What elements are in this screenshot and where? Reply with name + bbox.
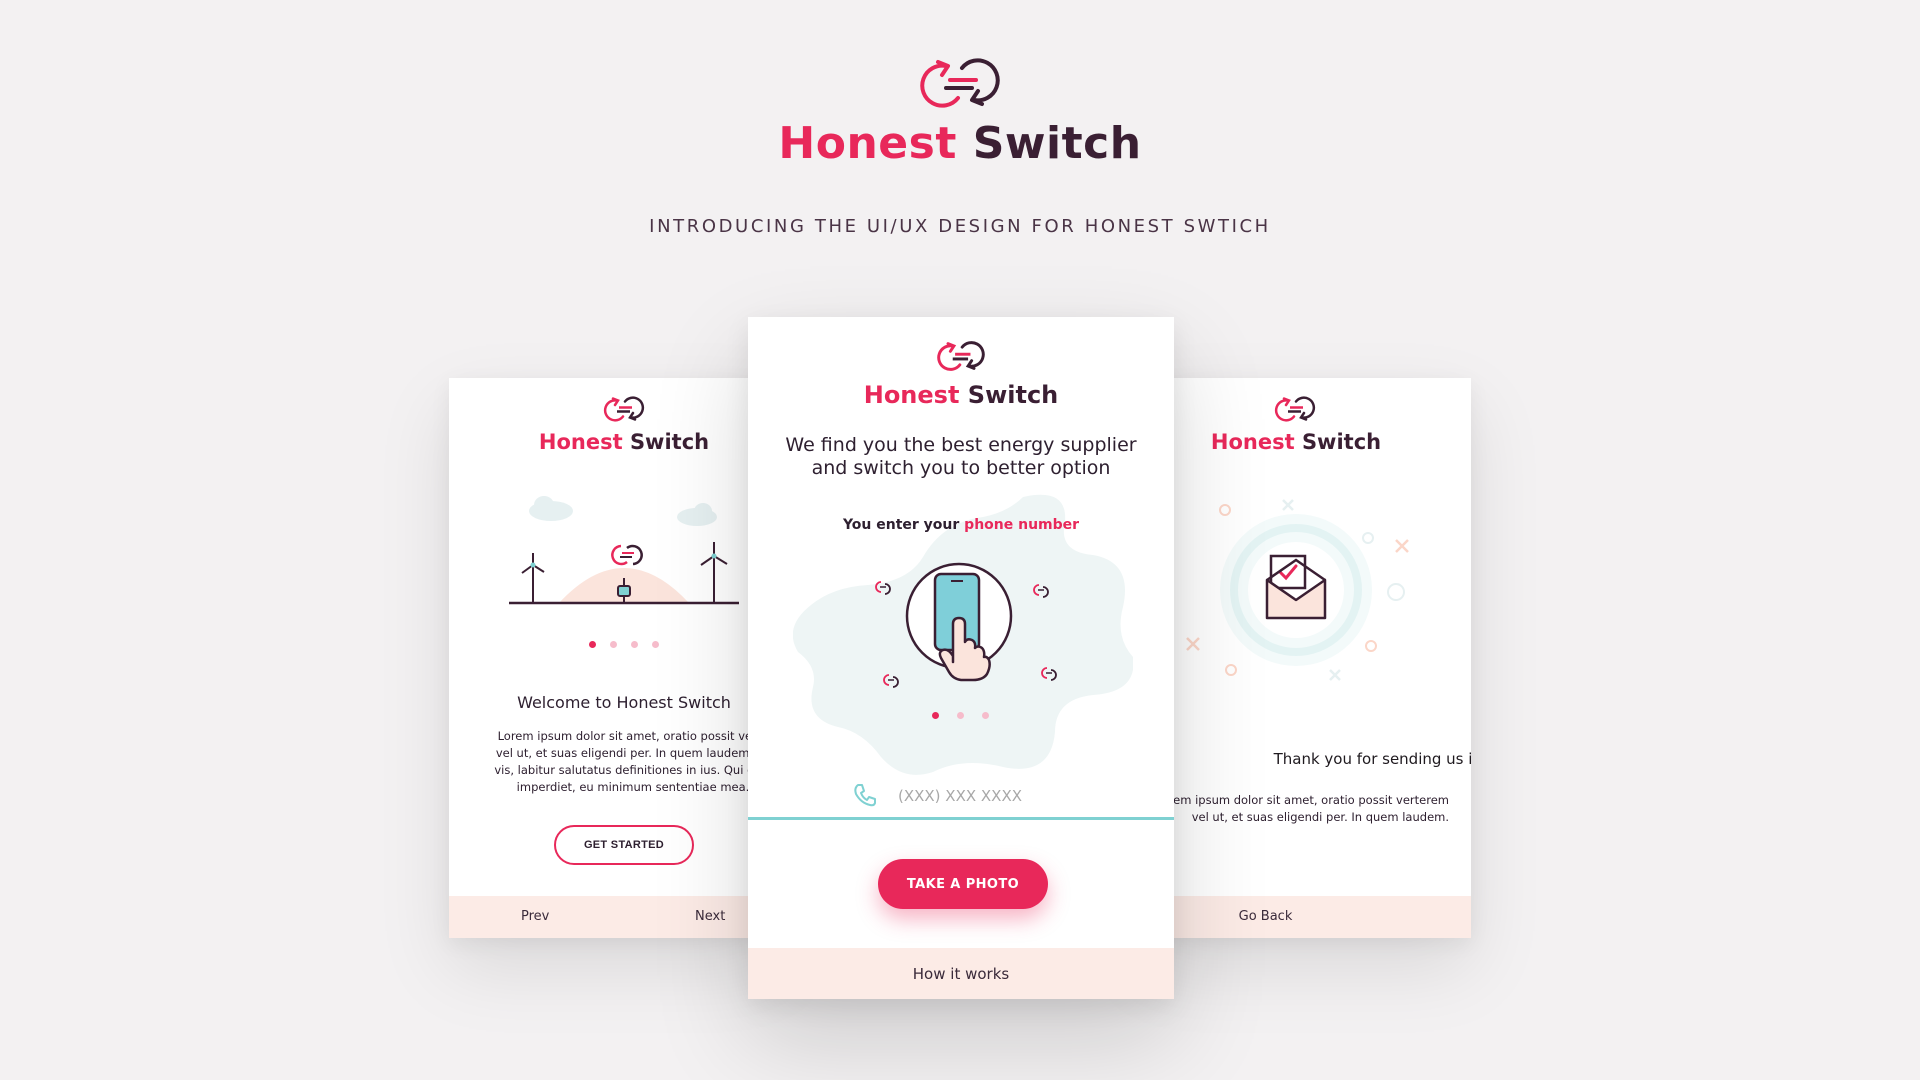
body-line: em ipsum dolor sit amet, oratio possit v… xyxy=(1173,793,1449,807)
brand-title: Honest Switch xyxy=(1143,430,1449,454)
headline-line: We find you the best energy supplier xyxy=(785,434,1137,456)
phone-footer-bar: How it works xyxy=(748,948,1174,999)
next-link[interactable]: Next xyxy=(695,909,725,924)
brand-name-first: Honest xyxy=(1210,430,1295,454)
link-icon xyxy=(875,581,891,595)
brand-name-second: Switch xyxy=(972,118,1142,169)
brand-name-first: Honest xyxy=(863,381,960,409)
phone-icon xyxy=(854,784,876,807)
thank-you-heading: Thank you for sending us info! xyxy=(1273,750,1471,768)
brand-title: Honest Switch xyxy=(449,430,779,454)
pager-dot[interactable] xyxy=(957,712,964,719)
prompt-highlight: phone number xyxy=(964,517,1080,533)
pager-dot[interactable] xyxy=(982,712,989,719)
take-a-photo-button[interactable]: TAKE A PHOTO xyxy=(878,859,1048,909)
headline-line: and switch you to better option xyxy=(811,457,1111,479)
welcome-screen: Honest Switch Welcome to Honest Switch L… xyxy=(449,378,779,938)
brand-name-second: Switch xyxy=(629,430,710,454)
body-line: vel ut, et suas eligendi per. In quem la… xyxy=(495,746,771,760)
brand-name-second: Switch xyxy=(967,381,1059,409)
pager-dot[interactable] xyxy=(631,641,638,648)
link-icon xyxy=(883,674,899,688)
go-back-link[interactable]: Go Back xyxy=(1143,909,1388,924)
brand-name-second: Switch xyxy=(1301,430,1382,454)
welcome-heading: Welcome to Honest Switch xyxy=(517,693,731,712)
wind-energy-illustration xyxy=(509,496,739,605)
brand-title: Honest Switch xyxy=(0,118,1920,169)
brand-title: Honest Switch xyxy=(748,381,1174,409)
body-line: vel ut, et suas eligendi per. In quem la… xyxy=(1191,810,1449,824)
link-icon xyxy=(1041,667,1057,681)
thank-you-footer-bar: Go Back xyxy=(1143,896,1471,938)
value-proposition-headline: We find you the best energy supplier and… xyxy=(748,434,1174,480)
pager-dot[interactable] xyxy=(610,641,617,648)
phone-number-input[interactable] xyxy=(898,784,1098,808)
brand-logo-icon xyxy=(920,58,1000,108)
body-line: vis, labitur salutatus definitiones in i… xyxy=(494,763,772,777)
pager-dot[interactable] xyxy=(652,641,659,648)
thank-you-body-text: em ipsum dolor sit amet, oratio possit v… xyxy=(1143,792,1449,826)
brand-logo-icon xyxy=(937,341,985,371)
prev-link[interactable]: Prev xyxy=(521,909,549,924)
page-tagline: INTRODUCING THE UI/UX DESIGN FOR HONEST … xyxy=(649,216,1271,237)
phone-entry-screen: Honest Switch We find you the best energ… xyxy=(748,317,1174,999)
onboarding-pager xyxy=(589,641,659,648)
body-line: Lorem ipsum dolor sit amet, oratio possi… xyxy=(497,729,769,743)
thank-you-screen: Honest Switch Thank you for sending us i… xyxy=(1143,378,1471,938)
prompt-prefix: You enter your xyxy=(842,517,965,533)
phone-entry-prompt: You enter your phone number xyxy=(748,517,1174,533)
how-it-works-link[interactable]: How it works xyxy=(748,965,1174,983)
brand-name-first: Honest xyxy=(778,118,957,169)
onboarding-pager xyxy=(932,712,989,719)
email-sent-illustration xyxy=(1147,499,1409,681)
brand-logo-icon xyxy=(1274,396,1316,422)
pager-dot[interactable] xyxy=(589,641,596,648)
link-icon xyxy=(1033,584,1049,598)
get-started-button[interactable]: GET STARTED xyxy=(554,825,694,865)
brand-logo-icon xyxy=(603,396,645,422)
input-underline xyxy=(748,817,1174,820)
welcome-footer-bar: Prev Next xyxy=(449,896,779,938)
pager-dot[interactable] xyxy=(932,712,939,719)
brand-name-first: Honest xyxy=(538,430,623,454)
welcome-body-text: Lorem ipsum dolor sit amet, oratio possi… xyxy=(483,728,779,796)
body-line: imperdiet, eu minimum sententiae mea. xyxy=(516,780,750,794)
smartphone-tap-icon xyxy=(905,562,1013,682)
